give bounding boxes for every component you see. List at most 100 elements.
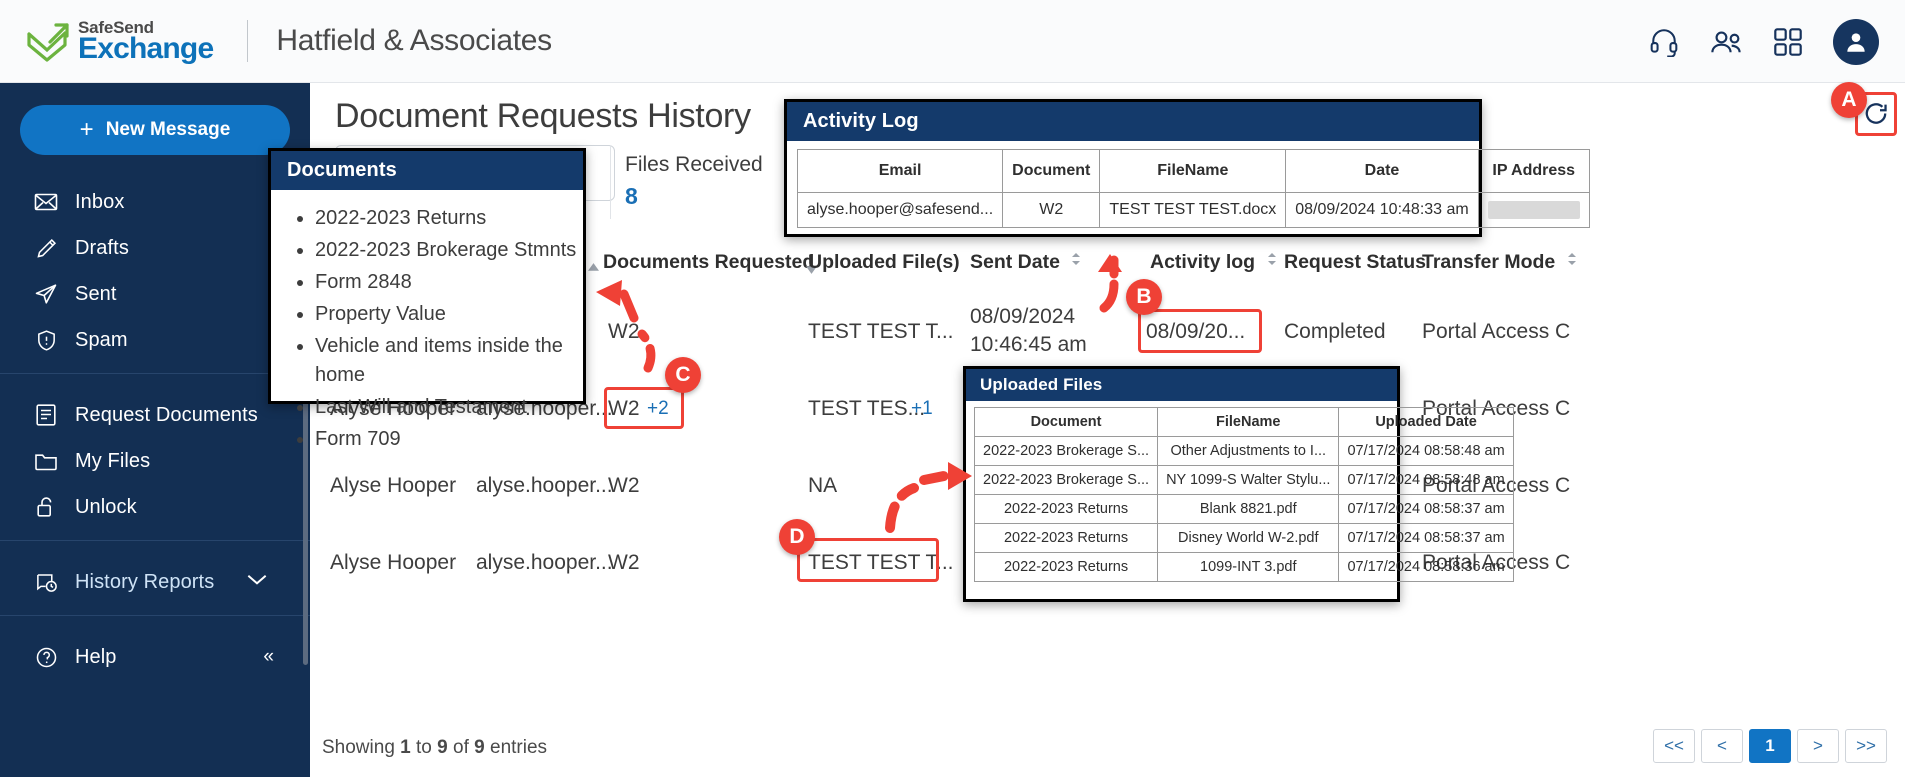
pagination-first[interactable]: <<: [1653, 729, 1695, 763]
arrow-b: [1098, 254, 1122, 313]
activity-log-table: Email Document FileName Date IP Address …: [796, 149, 1590, 228]
plus-icon: +: [79, 116, 94, 143]
column-transfer-mode[interactable]: Transfer Mode: [1422, 251, 1578, 274]
list-item: Vehicle and items inside the home: [315, 332, 583, 390]
envelope-icon: [34, 190, 58, 214]
sidebar-item-request-documents[interactable]: Request Documents: [0, 392, 310, 438]
pagination-prev[interactable]: <: [1701, 729, 1743, 763]
header-actions: [1647, 0, 1879, 83]
cell-uploaded-date: 07/17/2024 08:58:37 am: [1338, 494, 1514, 524]
user-avatar[interactable]: [1833, 18, 1879, 65]
cell-document: 2022-2023 Brokerage S...: [973, 465, 1159, 495]
table-row: 2022-2023 Brokerage S... NY 1099-S Walte…: [973, 465, 1514, 495]
documents-popup-title: Documents: [271, 151, 583, 190]
sort-icon-transfer-mode[interactable]: [1566, 248, 1578, 271]
sidebar-item-history-reports[interactable]: History Reports: [0, 559, 310, 605]
sidebar-item-label: My Files: [75, 449, 151, 472]
sidebar-item-label: Drafts: [75, 236, 129, 259]
safesend-envelope-logo-icon: [26, 20, 72, 62]
cell-name: Alyse Hooper: [330, 550, 457, 574]
column-label: Activity log: [1150, 251, 1256, 273]
sidebar-item-label: History Reports: [75, 570, 215, 593]
pagination-last[interactable]: >>: [1845, 729, 1887, 763]
contacts-icon[interactable]: [1709, 25, 1743, 59]
sidebar-item-label: Sent: [75, 282, 117, 305]
showing-prefix: Showing: [322, 737, 401, 758]
logo-text-exchange: Exchange: [78, 31, 214, 65]
pagination-page-1[interactable]: 1: [1749, 729, 1791, 763]
new-message-button[interactable]: + New Message: [20, 105, 290, 155]
collapse-sidebar-icon[interactable]: «: [263, 646, 274, 668]
column-uploaded-files[interactable]: Uploaded File(s): [808, 251, 960, 274]
cell-email: alyse.hooper...: [476, 550, 613, 574]
pencil-icon: [34, 236, 58, 260]
cell-sent-date: 08/09/2024 10:46:45 am: [970, 303, 1087, 361]
apps-grid-icon[interactable]: [1771, 25, 1805, 59]
column-documents-requested[interactable]: Documents Requested: [603, 251, 814, 274]
sidebar-item-sent[interactable]: Sent: [0, 271, 310, 317]
cell-email: alyse.hooper...: [476, 473, 613, 497]
sidebar-group-mail: Inbox Drafts Sent Spam: [0, 155, 310, 373]
unlock-icon: [34, 495, 58, 519]
column-sent-date[interactable]: Sent Date: [970, 251, 1082, 274]
cell-request-status: Completed: [1284, 319, 1386, 343]
cell-email: alyse.hooper@safesend...: [796, 192, 1004, 228]
shield-alert-icon: [34, 328, 58, 352]
cell-filename: 1099-INT 3.pdf: [1157, 552, 1340, 582]
list-item: Last Will and Testament: [315, 393, 583, 422]
paper-plane-icon: [34, 282, 58, 306]
column-activity-log[interactable]: Activity log: [1150, 251, 1278, 274]
cell-ip-address: .: [1477, 192, 1590, 228]
pagination: << < 1 > >>: [1653, 729, 1887, 763]
header-divider: [247, 20, 249, 62]
documents-popup-list: 2022-2023 Returns 2022-2023 Brokerage St…: [271, 190, 583, 471]
sort-icon-activity-log[interactable]: [1266, 248, 1278, 271]
cell-documents-requested[interactable]: W2: [608, 551, 640, 575]
showing-to: 9: [437, 737, 448, 758]
sent-date-line2: 10:46:45 am: [970, 333, 1087, 357]
cell-document: 2022-2023 Returns: [973, 523, 1159, 553]
column-request-status[interactable]: Request Status: [1284, 251, 1426, 274]
sort-icon-sent-date[interactable]: [1070, 248, 1082, 271]
column-label: Uploaded File(s): [808, 251, 960, 273]
uploaded-files-popup: Uploaded Files Document FileName Uploade…: [963, 366, 1514, 602]
sidebar-item-label: Request Documents: [75, 403, 258, 426]
table-row: 2022-2023 Brokerage S... Other Adjustmen…: [973, 436, 1514, 466]
question-circle-icon: [34, 645, 58, 669]
column-label: Request Status: [1284, 251, 1426, 273]
showing-total: 9: [474, 737, 485, 758]
showing-suffix: entries: [484, 737, 548, 758]
brand-logo[interactable]: SafeSend Exchange: [26, 19, 214, 65]
showing-entries-text: Showing 1 to 9 of 9 entries: [322, 737, 547, 759]
arrow-c: [596, 280, 656, 373]
sidebar-item-drafts[interactable]: Drafts: [0, 225, 310, 271]
column-email: Email: [796, 149, 1004, 193]
chevron-down-icon[interactable]: [246, 573, 268, 591]
cell-filename: Disney World W-2.pdf: [1157, 523, 1340, 553]
cell-uploaded-date: 07/17/2024 08:58:48 am: [1338, 436, 1514, 466]
cell-document: W2: [1002, 192, 1101, 228]
sidebar-item-help[interactable]: Help «: [0, 634, 310, 680]
sidebar-item-label: Help: [75, 645, 117, 668]
list-item: 2022-2023 Brokerage Stmnts: [315, 236, 583, 265]
sidebar-item-inbox[interactable]: Inbox: [0, 179, 310, 225]
table-header-row: Document FileName Uploaded Date: [973, 407, 1514, 437]
pagination-next[interactable]: >: [1797, 729, 1839, 763]
cell-documents-requested[interactable]: W2: [608, 474, 640, 498]
cell-filename: NY 1099-S Walter Stylu...: [1157, 465, 1340, 495]
column-label: Sent Date: [970, 251, 1060, 273]
cell-uploaded-files-more[interactable]: +1: [911, 398, 933, 420]
cell-uploaded-files[interactable]: TEST TES...: [808, 397, 925, 421]
documents-popup: Documents 2022-2023 Returns 2022-2023 Br…: [268, 148, 586, 450]
sidebar-item-my-files[interactable]: My Files: [0, 438, 310, 484]
headset-icon[interactable]: [1647, 25, 1681, 59]
sidebar-item-spam[interactable]: Spam: [0, 317, 310, 363]
redacted-ip: .: [1487, 201, 1580, 219]
top-bar: SafeSend Exchange Hatfield & Associates: [0, 0, 1905, 83]
company-name: Hatfield & Associates: [276, 24, 552, 57]
sidebar-item-unlock[interactable]: Unlock: [0, 484, 310, 530]
column-date: Date: [1285, 149, 1479, 193]
list-item: Property Value: [315, 300, 583, 329]
showing-mid: to: [410, 737, 438, 758]
sidebar-group-help: Help «: [0, 615, 310, 690]
